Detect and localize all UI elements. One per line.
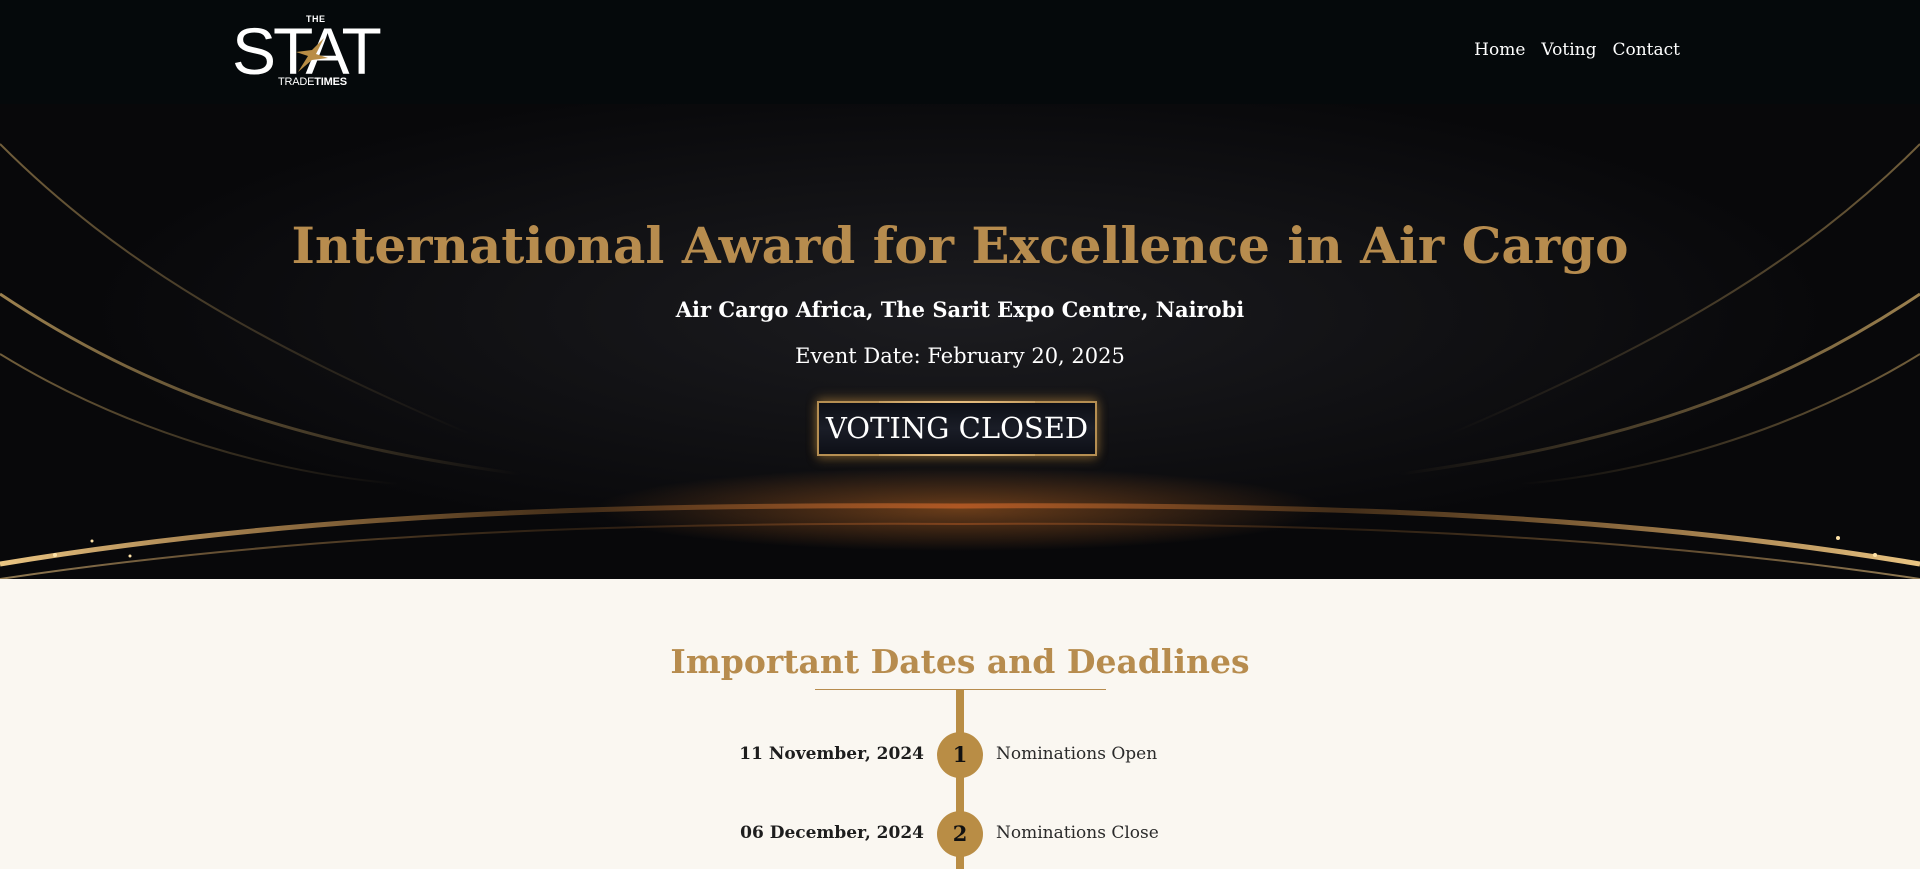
hero-banner: International Award for Excellence in Ai… (0, 104, 1920, 579)
logo-tradetimes: TRADETIMES (278, 76, 347, 88)
hero-gold-curves-decoration (0, 143, 1920, 579)
site-header: THE STAT TRADETIMES Home Voting Contact (0, 0, 1920, 106)
hero-title: International Award for Excellence in Ai… (291, 216, 1629, 275)
timeline-step-number: 2 (937, 811, 983, 857)
timeline-label: Nominations Close (996, 823, 1159, 843)
timeline-step-number: 1 (937, 732, 983, 778)
section-title: Important Dates and Deadlines (670, 642, 1250, 681)
nav-voting-link[interactable]: Voting (1541, 40, 1596, 60)
timeline-date: 06 December, 2024 (740, 823, 924, 843)
logo-star-icon (296, 38, 328, 72)
timeline-date: 11 November, 2024 (739, 744, 924, 764)
nav-contact-link[interactable]: Contact (1612, 40, 1680, 60)
main-nav: Home Voting Contact (1474, 40, 1680, 60)
nav-home-link[interactable]: Home (1474, 40, 1525, 60)
hero-venue: Air Cargo Africa, The Sarit Expo Centre,… (675, 297, 1245, 322)
hero-event-date: Event Date: February 20, 2025 (795, 344, 1125, 368)
timeline-label: Nominations Open (996, 744, 1158, 764)
timeline-item: 11 November, 2024 1 Nominations Open (0, 732, 1920, 778)
timeline-item: 06 December, 2024 2 Nominations Close (0, 811, 1920, 857)
voting-closed-button[interactable]: VOTING CLOSED (817, 401, 1097, 456)
stat-trade-times-logo[interactable]: THE STAT TRADETIMES (232, 12, 382, 90)
